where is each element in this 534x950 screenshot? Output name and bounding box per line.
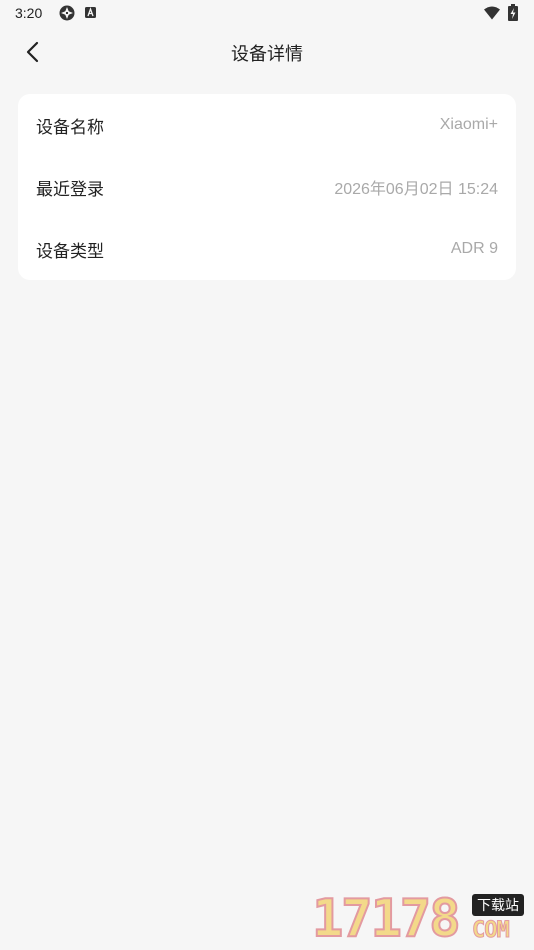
last-login-label: 最近登录 [36,179,104,200]
app-notification-icon [59,5,75,21]
device-name-value: Xiaomi+ [439,116,498,133]
status-time: 3:20 [15,5,43,21]
watermark-badge: 下载站 [472,894,524,916]
device-type-label: 设备类型 [36,241,104,262]
nav-bar: 设备详情 [0,28,534,78]
device-type-value: ADR 9 [450,240,498,257]
last-login-value: 2026年06月02日 15:24 [334,181,498,198]
device-name-row: 设备名称 Xiaomi+ [18,94,516,156]
font-notification-icon [85,7,96,18]
wifi-icon [484,6,500,20]
device-details-card: 设备名称 Xiaomi+ 最近登录 2026年06月02日 15:24 设备类型… [18,94,516,280]
status-bar: 3:20 [0,0,534,28]
device-name-label: 设备名称 [36,117,104,138]
battery-charging-icon [508,4,518,21]
site-watermark: 17178 下载站 COM [311,889,532,949]
last-login-row: 最近登录 2026年06月02日 15:24 [18,156,516,218]
page-title: 设备详情 [231,44,303,65]
device-type-row: 设备类型 ADR 9 [18,218,516,280]
watermark-number: 17178 [311,889,462,949]
watermark-domain: COM [472,918,511,944]
